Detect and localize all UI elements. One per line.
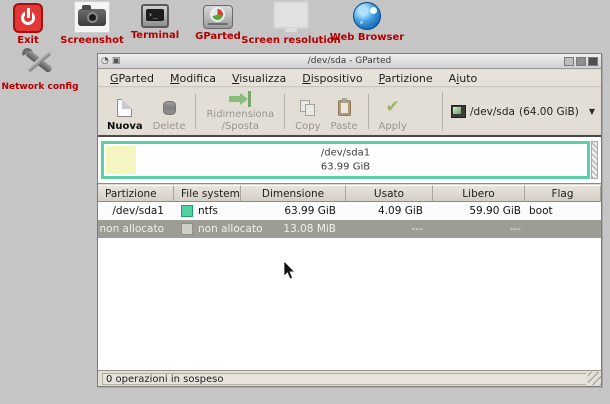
cell-used: ---: [411, 223, 423, 235]
harddisk-icon: [451, 105, 466, 118]
partition-visual-label: /dev/sda1 63.99 GiB: [320, 147, 371, 173]
unallocated-visual[interactable]: [591, 141, 598, 179]
statusbar: 0 operazioni in sospeso: [98, 370, 601, 386]
globe-icon: [353, 2, 381, 30]
mouse-cursor: [283, 261, 296, 280]
resize-move-button[interactable]: Ridimensiona/Sposta: [201, 90, 279, 133]
device-name: /dev/sda: [470, 105, 515, 118]
copy-button[interactable]: Copy: [290, 90, 325, 133]
icon-label: Exit: [17, 35, 39, 46]
cell-free: 59.90 GiB: [469, 205, 521, 217]
desktop-icon-web-browser[interactable]: Web Browser: [330, 2, 404, 43]
cell-filesystem: non allocato: [174, 220, 263, 238]
titlebar[interactable]: ◔ ▣ /dev/sda - GParted: [98, 54, 601, 69]
delete-partition-button[interactable]: Delete: [148, 90, 191, 133]
cell-free: ---: [509, 223, 521, 235]
toolbar: Nuova Delete Ridimensiona/Sposta Copy Pa…: [98, 88, 601, 134]
maximize-button[interactable]: [576, 56, 586, 66]
cell-size: 13.08 MiB: [283, 223, 336, 235]
table-header-row: Partizione File system Dimensione Usato …: [98, 185, 601, 202]
desktop-icon-terminal[interactable]: ›_ Terminal: [124, 4, 186, 41]
icon-label: Network config: [1, 82, 79, 92]
menu-visualizza[interactable]: Visualizza: [224, 71, 294, 86]
col-libero[interactable]: Libero: [433, 185, 525, 202]
resize-grip[interactable]: [588, 372, 601, 385]
chevron-down-icon[interactable]: ▼: [589, 107, 595, 116]
terminal-icon: ›_: [141, 4, 169, 28]
menubar: GParted Modifica Visualizza Dispositivo …: [98, 70, 601, 87]
col-filesystem[interactable]: File system: [174, 185, 241, 202]
paste-button[interactable]: Paste: [326, 90, 363, 133]
desktop: { "desktop": { "icons": [ { "label": "Ex…: [0, 0, 610, 404]
minimize-button[interactable]: [564, 56, 574, 66]
power-icon: [13, 3, 43, 33]
gparted-window: ◔ ▣ /dev/sda - GParted GParted Modifica …: [97, 53, 602, 387]
monitor-icon: [273, 1, 309, 32]
icon-label: Web Browser: [329, 32, 405, 43]
cell-filesystem: ntfs: [174, 202, 241, 220]
desktop-icon-screenshot[interactable]: Screenshot: [56, 1, 128, 46]
copy-icon: [299, 97, 316, 119]
toolbar-separator: [284, 94, 286, 129]
menu-partizione[interactable]: Partizione: [371, 71, 441, 86]
menu-aiuto[interactable]: Aiuto: [441, 71, 486, 86]
desktop-icon-gparted[interactable]: GParted: [188, 5, 248, 42]
col-dimensione[interactable]: Dimensione: [241, 185, 346, 202]
apply-button[interactable]: ✔ Apply: [374, 90, 412, 133]
partition-visual-panel: /dev/sda1 63.99 GiB: [98, 135, 601, 184]
menu-dispositivo[interactable]: Dispositivo: [294, 71, 370, 86]
new-partition-button[interactable]: Nuova: [102, 90, 148, 133]
cell-flags: [525, 220, 601, 238]
fs-color-swatch: [181, 223, 193, 235]
col-partizione[interactable]: Partizione: [98, 185, 174, 202]
icon-label: GParted: [195, 31, 241, 42]
cell-size: 63.99 GiB: [284, 205, 336, 217]
desktop-icon-exit[interactable]: Exit: [4, 3, 52, 46]
cell-partition: non allocato: [99, 223, 164, 235]
clipboard-icon: [337, 97, 351, 119]
disk-icon: [203, 5, 233, 29]
menu-gparted[interactable]: GParted: [102, 71, 162, 86]
col-flag[interactable]: Flag: [525, 185, 601, 202]
close-button[interactable]: [588, 56, 598, 66]
icon-label: Terminal: [130, 30, 180, 41]
pending-operations-text: 0 operazioni in sospeso: [102, 372, 586, 385]
table-row-sda1[interactable]: /dev/sda1 ntfs 63.99 GiB 4.09 GiB 59.90 …: [98, 202, 601, 220]
checkmark-icon: ✔: [385, 97, 400, 117]
device-selector[interactable]: /dev/sda (64.00 GiB) ▼: [443, 90, 599, 133]
toolbar-separator: [195, 94, 197, 129]
col-usato[interactable]: Usato: [346, 185, 433, 202]
camera-icon: [74, 1, 110, 33]
desktop-icon-network-config[interactable]: Network config: [1, 46, 79, 92]
partition-table: Partizione File system Dimensione Usato …: [98, 185, 601, 370]
icon-label: Screenshot: [60, 35, 124, 46]
partition-visual-sda1[interactable]: /dev/sda1 63.99 GiB: [101, 141, 590, 179]
cell-partition: /dev/sda1: [112, 205, 164, 217]
menu-modifica[interactable]: Modifica: [162, 71, 224, 86]
device-size: (64.00 GiB): [518, 105, 579, 118]
new-document-icon: [117, 97, 133, 119]
cell-flags: boot: [529, 205, 553, 217]
cell-used: 4.09 GiB: [378, 205, 423, 217]
toolbar-separator: [367, 94, 369, 129]
desktop-icon-screen-resolution[interactable]: Screen resolution: [241, 1, 341, 46]
eraser-icon: [162, 97, 176, 119]
icon-label: Screen resolution: [241, 35, 341, 46]
resize-arrow-icon: [229, 91, 252, 107]
table-row-unallocated[interactable]: non allocato non allocato 13.08 MiB --- …: [98, 220, 601, 238]
tools-icon: [20, 46, 58, 80]
window-title: /dev/sda - GParted: [307, 56, 392, 66]
fs-color-swatch: [181, 205, 193, 217]
